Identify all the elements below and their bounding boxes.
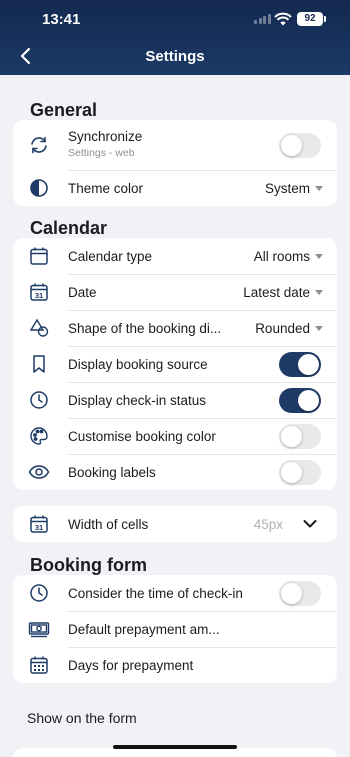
clock-icon (28, 389, 50, 411)
section-title-booking-form: Booking form (30, 555, 147, 575)
calendar-grid-icon (28, 654, 50, 676)
booking-labels-toggle[interactable] (279, 459, 321, 485)
setting-row-booking-color: Customise booking color (13, 418, 337, 454)
calendar-type-select[interactable]: All rooms (254, 249, 323, 264)
general-card: Synchronize Settings - web Theme color S… (13, 120, 337, 206)
chevron-down-icon[interactable] (303, 517, 317, 531)
date-select[interactable]: Latest date (243, 285, 323, 300)
setting-row-synchronize: Synchronize Settings - web (13, 120, 337, 170)
booking-color-toggle[interactable] (279, 423, 321, 449)
home-indicator (113, 745, 237, 749)
caret-down-icon (315, 253, 323, 259)
calendar-card: Calendar type All rooms 31 Date Latest d… (13, 238, 337, 490)
app-header: 13:41 92 Settings (0, 0, 350, 75)
calendar-type-value: All rooms (253, 248, 310, 264)
section-title-calendar: Calendar (30, 218, 108, 238)
consider-checkin-toggle[interactable] (279, 580, 321, 606)
setting-row-prepayment-amount[interactable]: Default prepayment am... (13, 611, 337, 647)
setting-row-booking-shape[interactable]: Shape of the booking di... Rounded (13, 310, 337, 346)
prepayment-amount-label: Default prepayment am... (68, 621, 220, 637)
theme-half-circle-icon (28, 177, 50, 199)
eye-icon (28, 461, 50, 483)
consider-checkin-label: Consider the time of check-in (68, 585, 243, 601)
date-label: Date (68, 284, 97, 300)
setting-row-date[interactable]: 31 Date Latest date (13, 274, 337, 310)
status-time: 13:41 (42, 11, 81, 28)
setting-row-booking-labels: Booking labels (13, 454, 337, 490)
booking-shape-select[interactable]: Rounded (255, 321, 323, 336)
clock-icon (28, 582, 50, 604)
page-title: Settings (145, 48, 205, 65)
section-title-general: General (30, 100, 98, 120)
synchronize-sublabel: Settings - web (68, 147, 135, 159)
show-on-form-card (13, 748, 337, 757)
bookmark-icon (28, 353, 50, 375)
calendar-date-icon-number: 31 (35, 291, 43, 300)
booking-source-label: Display booking source (68, 356, 208, 372)
calendar-date-icon: 31 (28, 281, 50, 303)
booking-shape-label: Shape of the booking di... (68, 320, 222, 336)
shapes-icon (28, 317, 50, 339)
cell-width-card[interactable]: 31 Width of cells 45px (13, 506, 337, 542)
palette-icon (28, 425, 50, 447)
sync-icon (28, 134, 50, 156)
date-value: Latest date (243, 284, 310, 300)
caret-down-icon (315, 185, 323, 191)
caret-down-icon (315, 289, 323, 295)
cell-width-icon-number: 31 (35, 523, 43, 532)
booking-labels-label: Booking labels (68, 464, 156, 480)
checkin-status-label: Display check-in status (68, 392, 207, 408)
cell-width-value: 45px (253, 516, 283, 532)
theme-color-label: Theme color (68, 180, 144, 196)
setting-row-calendar-type[interactable]: Calendar type All rooms (13, 238, 337, 274)
battery-tip (324, 16, 326, 22)
calendar-icon (28, 245, 50, 267)
checkin-status-toggle[interactable] (279, 387, 321, 413)
setting-row-checkin-status: Display check-in status (13, 382, 337, 418)
setting-row-booking-source: Display booking source (13, 346, 337, 382)
theme-color-value: System (264, 180, 310, 196)
battery-indicator: 92 (297, 12, 323, 26)
booking-form-card: Consider the time of check-in Default pr… (13, 575, 337, 683)
setting-row-consider-checkin: Consider the time of check-in (13, 575, 337, 611)
calendar-type-label: Calendar type (68, 248, 153, 264)
cell-width-label: Width of cells (68, 516, 149, 532)
caret-down-icon (315, 325, 323, 331)
booking-shape-value: Rounded (255, 320, 310, 336)
calendar-date-icon: 31 (28, 513, 50, 535)
cellular-signal-icon (254, 14, 271, 24)
setting-row-theme-color[interactable]: Theme color System (13, 170, 337, 206)
setting-row-cell-width[interactable]: 31 Width of cells 45px (13, 506, 337, 542)
prepayment-days-label: Days for prepayment (68, 657, 194, 673)
show-on-form-heading: Show on the form (27, 710, 137, 726)
synchronize-toggle[interactable] (279, 132, 321, 158)
theme-color-select[interactable]: System (265, 181, 323, 196)
booking-source-toggle[interactable] (279, 351, 321, 377)
wifi-icon (274, 12, 292, 26)
money-icon (28, 618, 50, 640)
booking-color-label: Customise booking color (68, 428, 216, 444)
synchronize-label: Synchronize (68, 129, 143, 144)
setting-row-prepayment-days[interactable]: Days for prepayment (13, 647, 337, 683)
